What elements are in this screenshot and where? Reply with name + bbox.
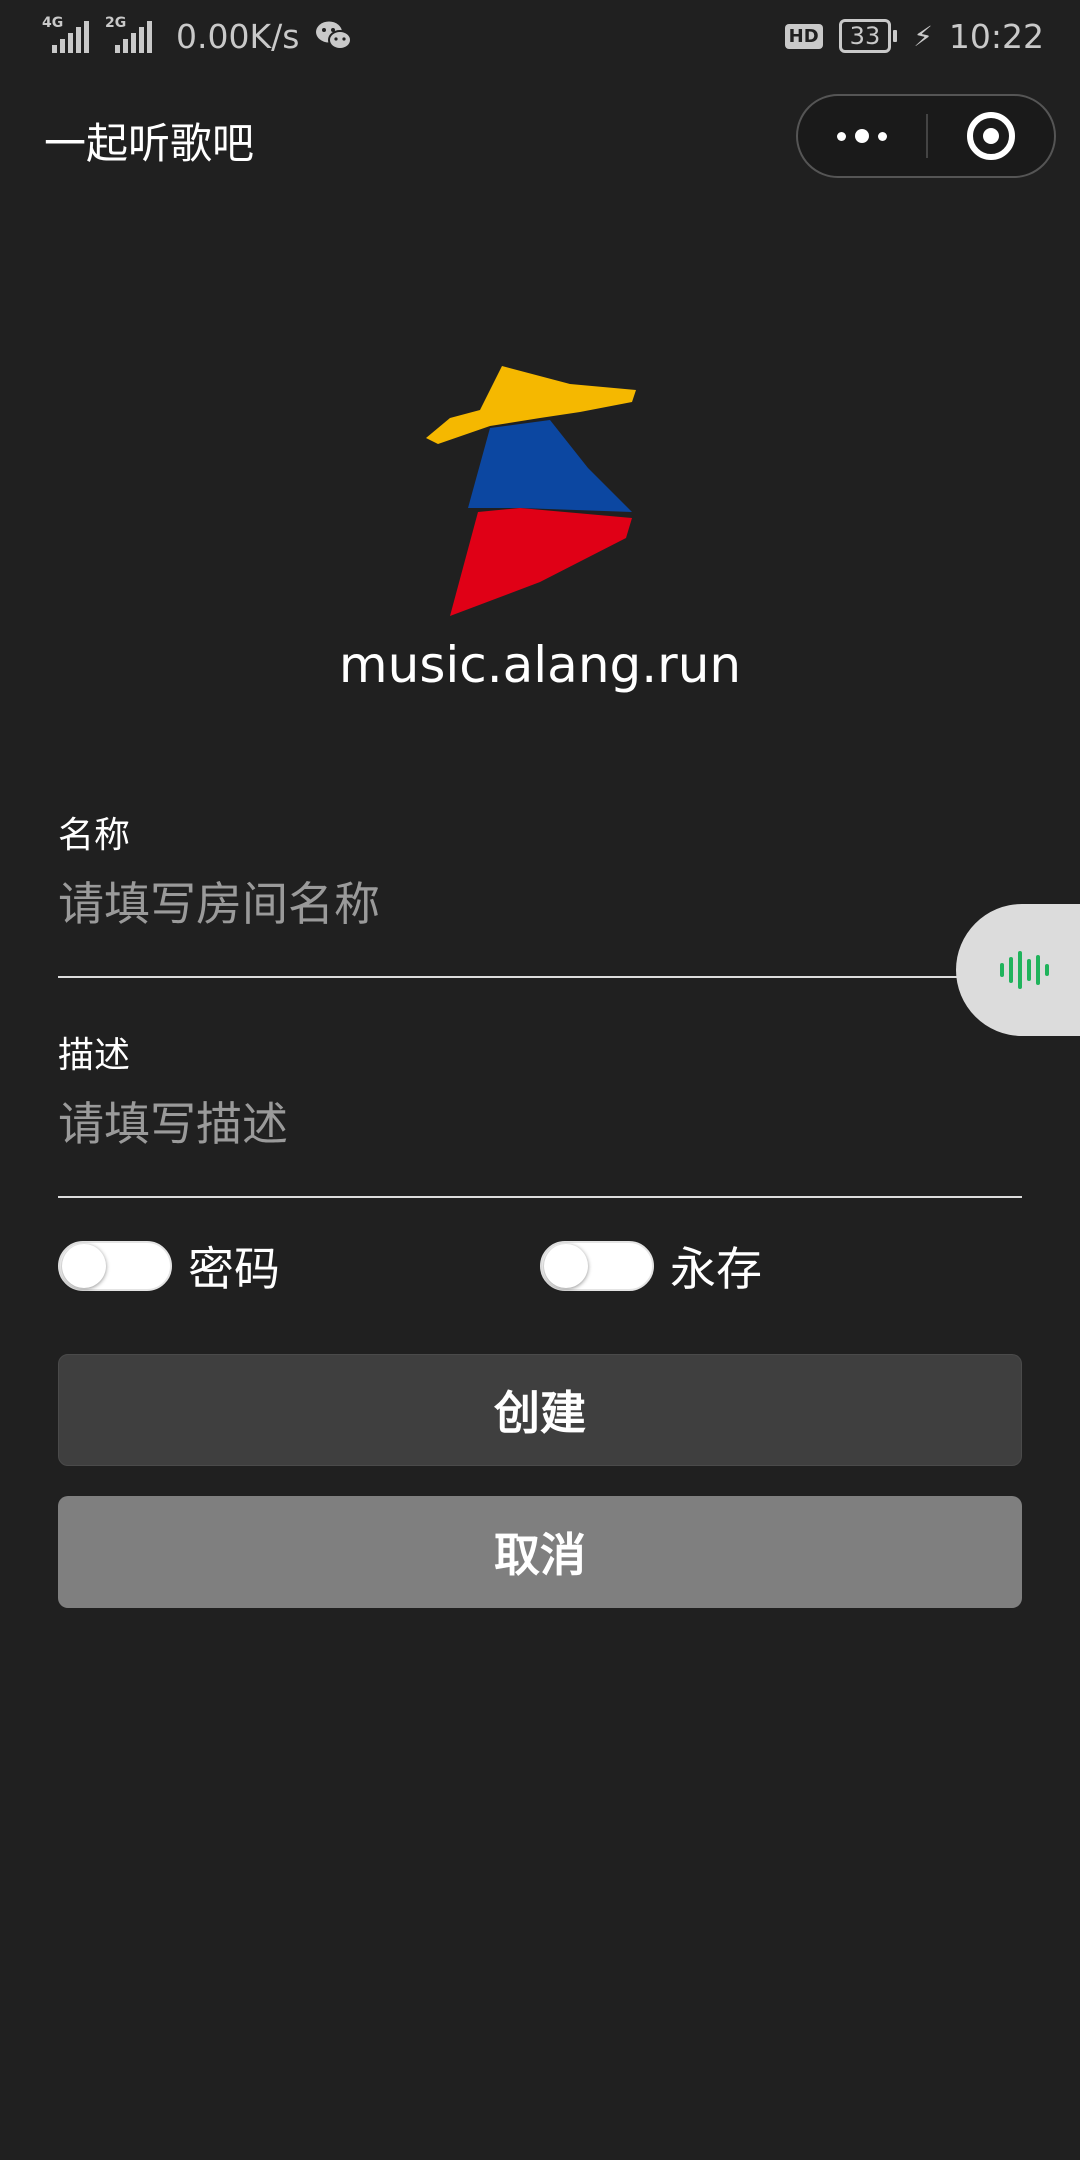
more-dots-icon[interactable]	[798, 96, 926, 176]
signal-icon-1: 4G	[42, 15, 89, 53]
status-left: 4G 2G 0.00K/s	[42, 15, 353, 56]
page: 4G 2G 0.00K/s HD 33 ⚡ 10:22 一起听歌吧 music.…	[0, 0, 1080, 2160]
password-toggle-row: 密码	[58, 1236, 280, 1296]
permanent-label: 永存	[670, 1242, 762, 1296]
nav-bar: 一起听歌吧	[0, 88, 1080, 188]
wechat-icon	[316, 21, 353, 50]
network-type-1: 4G	[42, 15, 64, 31]
clock: 10:22	[948, 16, 1044, 56]
name-underline	[58, 976, 1022, 978]
create-button[interactable]: 创建	[58, 1354, 1022, 1466]
menu-capsule	[796, 94, 1056, 178]
description-input[interactable]	[58, 1084, 1022, 1164]
network-speed: 0.00K/s	[176, 16, 300, 56]
battery-level: 33	[838, 19, 892, 53]
page-title: 一起听歌吧	[44, 119, 255, 168]
room-name-input[interactable]	[58, 864, 1022, 944]
status-bar: 4G 2G 0.00K/s HD 33 ⚡ 10:22	[0, 0, 1080, 72]
password-switch[interactable]	[58, 1241, 172, 1291]
permanent-toggle-row: 永存	[540, 1236, 762, 1296]
music-logo	[426, 366, 636, 616]
hd-badge: HD	[784, 23, 823, 49]
cancel-button[interactable]: 取消	[58, 1496, 1022, 1608]
permanent-switch[interactable]	[540, 1241, 654, 1291]
battery-icon: 33	[838, 19, 898, 53]
target-circle-icon	[967, 112, 1015, 160]
password-label: 密码	[188, 1242, 280, 1296]
charging-icon: ⚡	[913, 19, 933, 53]
signal-icon-2: 2G	[105, 15, 152, 53]
close-miniprogram-button[interactable]	[928, 96, 1054, 176]
desc-label: 描述	[58, 1035, 131, 1076]
status-right: HD 33 ⚡ 10:22	[784, 16, 1044, 56]
network-type-2: 2G	[105, 15, 127, 31]
audio-wave-icon	[1000, 950, 1049, 990]
floating-audio-button[interactable]	[956, 904, 1080, 1036]
site-url: music.alang.run	[338, 636, 742, 694]
desc-underline	[58, 1196, 1022, 1198]
name-label: 名称	[58, 815, 131, 856]
